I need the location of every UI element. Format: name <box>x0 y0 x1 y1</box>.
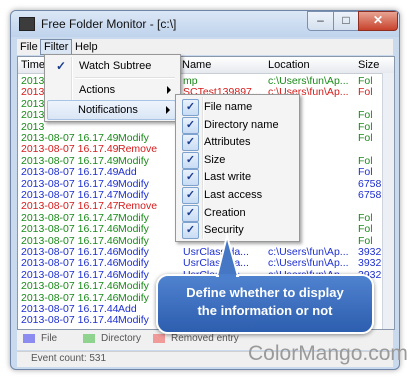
watermark-text: ColorMango.com <box>248 342 408 365</box>
callout-pointer <box>215 232 240 280</box>
